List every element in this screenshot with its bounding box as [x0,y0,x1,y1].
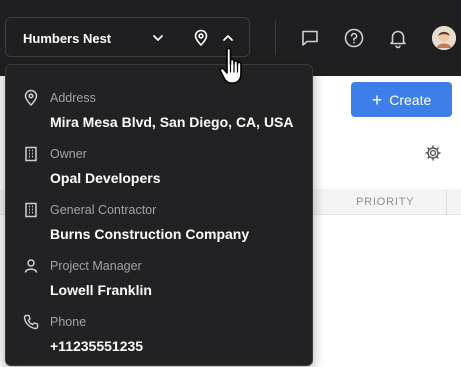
project-selector[interactable]: Humbers Nest [5,17,250,57]
detail-label: Phone [50,315,87,329]
chevron-down-icon[interactable] [149,29,167,47]
location-pin-icon[interactable] [192,29,210,47]
create-button[interactable]: + Create [351,82,452,117]
project-name: Humbers Nest [23,31,112,46]
create-button-label: Create [389,91,432,108]
chevron-up-icon[interactable] [219,29,237,47]
chat-icon[interactable] [299,27,321,49]
project-details-dropdown: Address Mira Mesa Blvd, San Diego, CA, U… [5,64,313,366]
detail-label: Owner [50,147,87,161]
detail-row-owner: Owner Opal Developers [6,128,312,186]
phone-icon [22,313,40,331]
gear-icon[interactable] [424,144,442,162]
avatar[interactable] [432,26,456,50]
building-icon [22,145,40,163]
hand-cursor-icon [216,46,250,90]
toolbar-divider [275,21,276,55]
detail-row-address: Address Mira Mesa Blvd, San Diego, CA, U… [6,72,312,130]
detail-row-phone: Phone +11235551235 [6,296,312,354]
detail-label: Address [50,91,96,105]
help-icon[interactable] [343,27,365,49]
person-icon [22,257,40,275]
detail-row-general-contractor: General Contractor Burns Construction Co… [6,184,312,242]
detail-label: Project Manager [50,259,142,273]
plus-icon: + [371,89,383,110]
location-pin-icon [22,89,40,107]
priority-column-header[interactable]: PRIORITY [356,196,414,208]
building-icon [22,201,40,219]
detail-value: +11235551235 [50,338,144,354]
bell-icon[interactable] [387,27,409,49]
detail-row-project-manager: Project Manager Lowell Franklin [6,240,312,298]
column-divider [446,189,447,215]
detail-label: General Contractor [50,203,157,217]
